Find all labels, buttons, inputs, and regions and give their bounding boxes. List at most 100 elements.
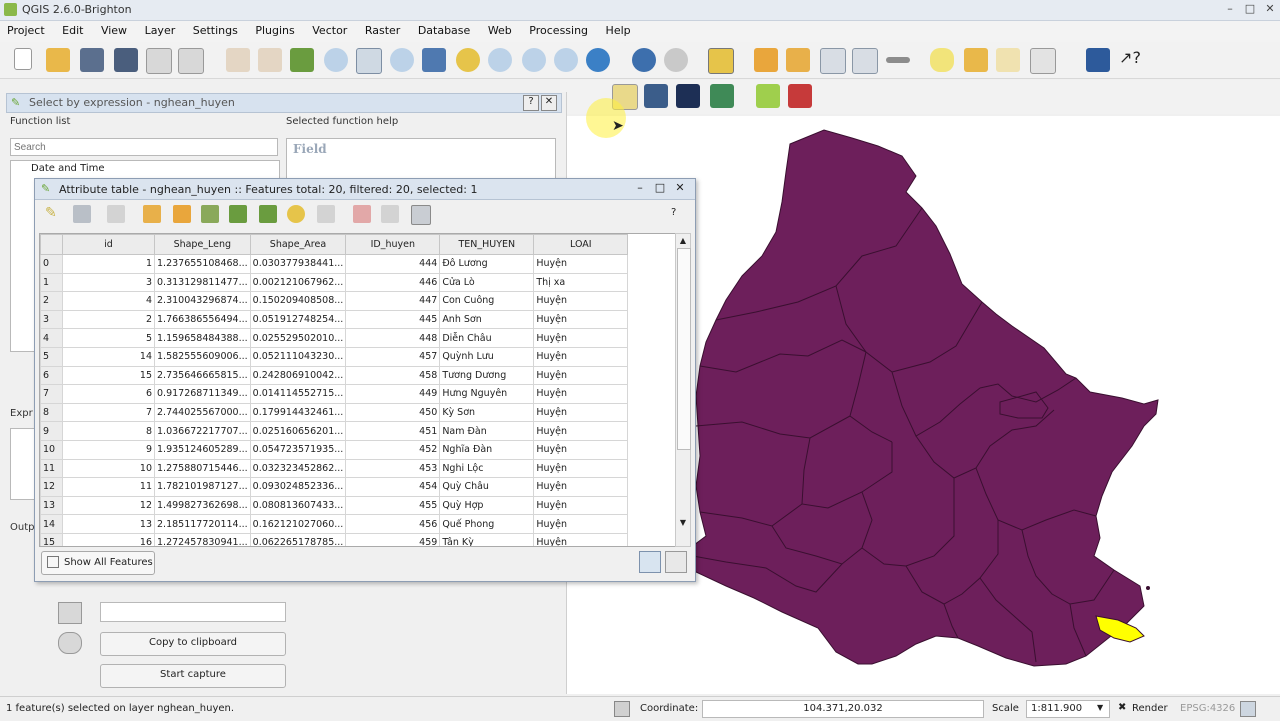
table-row[interactable]: 12 11 1.782101987127... 0.093024852336... 45… bbox=[40, 477, 629, 497]
table-cell[interactable]: 1.275880715446... bbox=[154, 458, 251, 479]
table-cell[interactable]: Thị xa bbox=[533, 272, 629, 293]
attr-maximize-icon[interactable]: □ bbox=[653, 181, 667, 195]
table-cell[interactable]: 0.162121027060... bbox=[249, 514, 347, 534]
coordinate-toggle-icon[interactable] bbox=[614, 701, 630, 717]
refresh-icon[interactable] bbox=[586, 48, 610, 72]
table-cell[interactable]: Quỳ Hợp bbox=[439, 495, 535, 516]
table-cell[interactable]: Diễn Châu bbox=[439, 328, 535, 348]
table-cell[interactable]: Huyện bbox=[533, 384, 629, 404]
invert-selection-icon[interactable] bbox=[201, 205, 219, 223]
row-number[interactable]: 5 bbox=[40, 346, 63, 367]
table-cell[interactable]: 1.935124605289... bbox=[154, 439, 251, 460]
select-by-expression-icon[interactable] bbox=[786, 48, 810, 72]
table-cell[interactable]: 0.002121067962... bbox=[249, 272, 347, 293]
table-cell[interactable]: Huyện bbox=[533, 254, 629, 274]
table-cell[interactable]: Hưng Nguyên bbox=[439, 384, 535, 404]
table-cell[interactable]: 1 bbox=[62, 254, 155, 274]
delete-column-icon[interactable] bbox=[381, 205, 399, 223]
minimize-icon[interactable]: – bbox=[1222, 2, 1238, 17]
column-header-shape_leng[interactable]: Shape_Leng bbox=[154, 234, 251, 255]
pan-icon[interactable] bbox=[258, 48, 282, 72]
table-cell[interactable]: 0.030377938441... bbox=[249, 254, 347, 274]
menu-settings[interactable]: Settings bbox=[186, 21, 245, 37]
table-cell[interactable]: 1.499827362698... bbox=[154, 495, 251, 516]
table-row[interactable]: 1 3 0.313129811477... 0.002121067962... 446 C… bbox=[40, 272, 629, 293]
zoom-full-icon[interactable] bbox=[422, 48, 446, 72]
row-number[interactable]: 3 bbox=[40, 309, 63, 330]
table-cell[interactable]: 447 bbox=[345, 291, 441, 311]
table-cell[interactable]: 452 bbox=[345, 439, 441, 460]
table-cell[interactable]: 7 bbox=[62, 402, 155, 423]
column-header-shape_area[interactable]: Shape_Area bbox=[249, 234, 347, 255]
table-cell[interactable]: Tương Dương bbox=[439, 365, 535, 386]
plugin-icon-4[interactable] bbox=[756, 84, 780, 108]
function-group-date-time[interactable]: Date and Time bbox=[31, 163, 105, 174]
table-cell[interactable]: 11 bbox=[62, 477, 155, 497]
select-icon[interactable] bbox=[708, 48, 734, 74]
table-cell[interactable]: Huyện bbox=[533, 495, 629, 516]
zoom-selection-icon[interactable] bbox=[456, 48, 480, 72]
zoom-last-icon[interactable] bbox=[522, 48, 546, 72]
table-cell[interactable]: 458 bbox=[345, 365, 441, 386]
table-cell[interactable]: 457 bbox=[345, 346, 441, 367]
scroll-down-icon[interactable]: ▼ bbox=[677, 518, 689, 528]
table-cell[interactable]: Nam Đàn bbox=[439, 421, 535, 441]
show-all-features-dropdown[interactable]: Show All Features bbox=[41, 551, 155, 575]
table-cell[interactable]: Nghĩa Đàn bbox=[439, 439, 535, 460]
row-number[interactable]: 14 bbox=[40, 514, 63, 534]
move-selection-top-icon[interactable] bbox=[229, 205, 247, 223]
row-number[interactable]: 4 bbox=[40, 328, 63, 348]
table-cell[interactable]: Quế Phong bbox=[439, 514, 535, 534]
row-number[interactable]: 8 bbox=[40, 402, 63, 423]
table-cell[interactable]: 0.179914432461... bbox=[249, 402, 347, 423]
attr-close-icon[interactable]: ✕ bbox=[673, 181, 687, 195]
table-cell[interactable]: Nghi Lộc bbox=[439, 458, 535, 479]
table-cell[interactable]: 0.051912748254... bbox=[249, 309, 347, 330]
table-cell[interactable]: 9 bbox=[62, 439, 155, 460]
show-bookmarks-icon[interactable] bbox=[996, 48, 1020, 72]
measure-icon[interactable] bbox=[886, 57, 910, 63]
select-all-icon[interactable] bbox=[173, 205, 191, 223]
table-cell[interactable]: Huyện bbox=[533, 291, 629, 311]
table-cell[interactable]: 13 bbox=[62, 514, 155, 534]
table-cell[interactable]: 0.093024852336... bbox=[249, 477, 347, 497]
table-cell[interactable]: Cửa Lò bbox=[439, 272, 535, 293]
row-number[interactable]: 13 bbox=[40, 495, 63, 516]
table-row[interactable]: 15 16 1.272457830941... 0.062265178785... 45… bbox=[40, 532, 629, 546]
table-cell[interactable]: 10 bbox=[62, 458, 155, 479]
row-number[interactable]: 2 bbox=[40, 291, 63, 311]
table-cell[interactable]: 0.014114552715... bbox=[249, 384, 347, 404]
row-number[interactable]: 6 bbox=[40, 365, 63, 386]
table-cell[interactable]: 0.313129811477... bbox=[154, 272, 251, 293]
deselect-icon[interactable] bbox=[754, 48, 778, 72]
table-cell[interactable]: 8 bbox=[62, 421, 155, 441]
table-cell[interactable]: 14 bbox=[62, 346, 155, 367]
plugin-icon-2[interactable] bbox=[676, 84, 700, 108]
table-cell[interactable]: 6 bbox=[62, 384, 155, 404]
new-column-icon[interactable] bbox=[353, 205, 371, 223]
table-cell[interactable]: 450 bbox=[345, 402, 441, 423]
column-header-id_huyen[interactable]: ID_huyen bbox=[345, 234, 441, 255]
function-search-input[interactable] bbox=[10, 138, 278, 156]
row-number[interactable]: 0 bbox=[40, 254, 63, 274]
table-cell[interactable]: 2.185117720114... bbox=[154, 514, 251, 534]
new-bookmark-icon[interactable] bbox=[964, 48, 988, 72]
toggle-edit-icon[interactable]: ✎ bbox=[45, 205, 63, 223]
help-icon[interactable] bbox=[1086, 48, 1110, 72]
row-number[interactable]: 10 bbox=[40, 439, 63, 460]
scale-combobox[interactable]: 1:811.900 ▼ bbox=[1026, 700, 1110, 718]
table-view-icon[interactable] bbox=[639, 551, 661, 573]
copy-to-clipboard-button[interactable]: Copy to clipboard bbox=[100, 632, 286, 656]
print-composer-icon[interactable] bbox=[146, 48, 172, 74]
table-cell[interactable]: 446 bbox=[345, 272, 441, 293]
table-cell[interactable]: 4 bbox=[62, 291, 155, 311]
table-cell[interactable]: 2.744025567000... bbox=[154, 402, 251, 423]
crs-status[interactable]: EPSG:4326 bbox=[1180, 703, 1235, 714]
attribute-table-icon[interactable] bbox=[820, 48, 846, 74]
menu-vector[interactable]: Vector bbox=[305, 21, 354, 37]
table-cell[interactable]: Huyện bbox=[533, 421, 629, 441]
table-cell[interactable]: 0.080813607433... bbox=[249, 495, 347, 516]
table-cell[interactable]: 449 bbox=[345, 384, 441, 404]
copy-rows-icon[interactable] bbox=[317, 205, 335, 223]
messages-icon[interactable] bbox=[1240, 701, 1256, 717]
